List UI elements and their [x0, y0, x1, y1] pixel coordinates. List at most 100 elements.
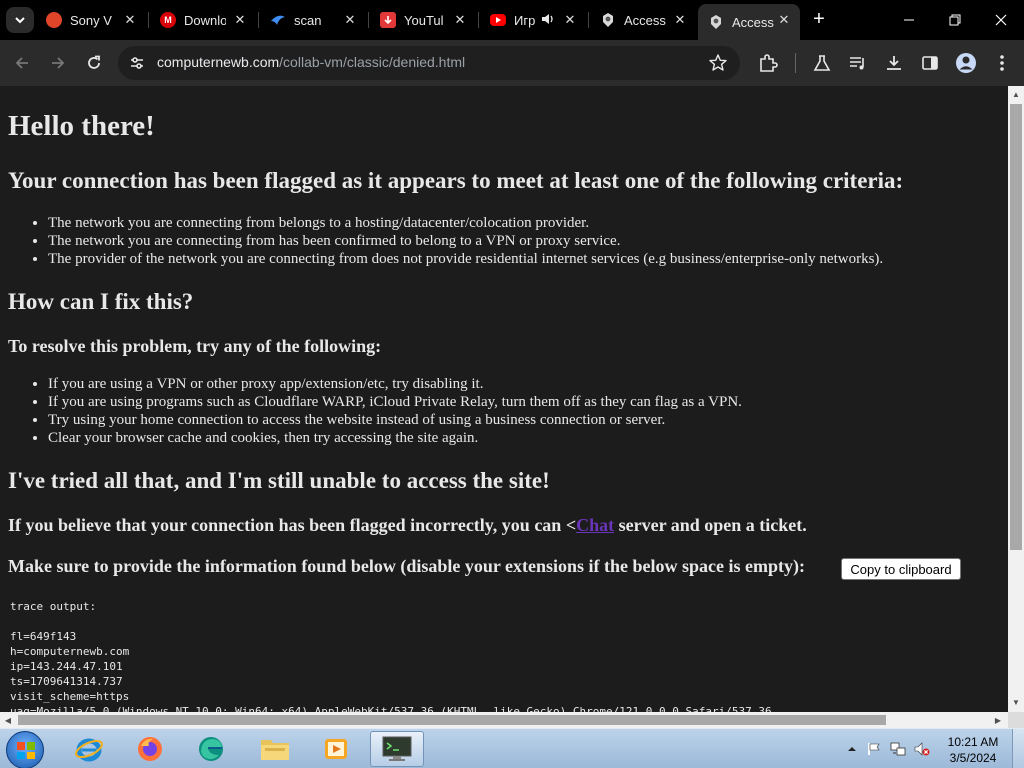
- volume-muted-icon: [914, 742, 930, 756]
- url-text[interactable]: computernewb.com/collab-vm/classic/denie…: [157, 54, 465, 70]
- provide-info-text: Make sure to provide the information fou…: [8, 556, 806, 576]
- extensions-button[interactable]: [756, 51, 780, 75]
- tab-sony[interactable]: Sony V ✕: [36, 4, 146, 36]
- show-desktop-button[interactable]: [1012, 729, 1024, 768]
- list-item: If you are using a VPN or other proxy ap…: [48, 375, 742, 393]
- trace-output: trace output: fl=649f143 h=computernewb.…: [10, 600, 772, 712]
- youtube-icon: [490, 14, 506, 26]
- flagged-text: If you believe that your connection has …: [8, 515, 807, 536]
- close-icon: [995, 14, 1007, 26]
- firefox-icon: [138, 737, 162, 761]
- start-button[interactable]: [6, 731, 44, 768]
- flag-icon: [868, 743, 880, 755]
- vertical-scrollbar[interactable]: ▲ ▼: [1008, 86, 1024, 712]
- address-bar[interactable]: computernewb.com/collab-vm/classic/denie…: [118, 46, 740, 80]
- scroll-left-arrow[interactable]: ◀: [0, 712, 16, 728]
- youtube-download-icon: [380, 12, 396, 28]
- close-icon[interactable]: ✕: [776, 12, 792, 28]
- minimize-icon: [904, 19, 914, 21]
- folder-icon: [261, 740, 289, 760]
- network-button[interactable]: [890, 741, 906, 757]
- taskbar-internet-explorer[interactable]: [62, 731, 116, 767]
- list-item: The network you are connecting from belo…: [48, 214, 883, 232]
- side-panel-button[interactable]: [918, 51, 942, 75]
- volume-button[interactable]: [914, 741, 930, 757]
- media-control-button[interactable]: [846, 51, 870, 75]
- arrow-left-icon: [15, 57, 28, 69]
- reload-button[interactable]: [80, 49, 108, 77]
- criteria-heading: Your connection has been flagged as it a…: [8, 168, 904, 193]
- list-item: Clear your browser cache and cookies, th…: [48, 429, 742, 447]
- scroll-right-arrow[interactable]: ▶: [990, 712, 1006, 728]
- taskbar-edge[interactable]: [184, 731, 238, 767]
- taskbar-media-player[interactable]: [309, 731, 363, 767]
- scroll-down-arrow[interactable]: ▼: [1008, 694, 1024, 710]
- list-item: The network you are connecting from has …: [48, 232, 883, 250]
- scroll-up-arrow[interactable]: ▲: [1008, 86, 1024, 102]
- taskbar-firefox[interactable]: [123, 731, 177, 767]
- profile-button[interactable]: [954, 51, 978, 75]
- flagged-text-after: server and open a ticket.: [614, 515, 807, 535]
- criteria-list: The network you are connecting from belo…: [48, 214, 883, 268]
- tab-download[interactable]: M Downlo ✕: [150, 4, 256, 36]
- restore-icon: [949, 14, 961, 26]
- cloudflare-icon: [708, 14, 724, 30]
- close-icon[interactable]: ✕: [562, 12, 578, 28]
- resolve-heading: To resolve this problem, try any of the …: [8, 336, 382, 356]
- restore-button[interactable]: [932, 6, 978, 34]
- tried-heading: I've tried all that, and I'm still unabl…: [8, 468, 550, 493]
- new-tab-button[interactable]: +: [808, 8, 830, 30]
- menu-button[interactable]: [990, 51, 1014, 75]
- tab-title: Access: [624, 12, 666, 28]
- tab-access-active[interactable]: Access ✕: [698, 4, 800, 40]
- downloads-button[interactable]: [882, 51, 906, 75]
- close-icon[interactable]: ✕: [342, 12, 358, 28]
- chat-link[interactable]: Chat: [576, 515, 614, 535]
- tab-title: scan: [294, 12, 322, 28]
- list-item: The provider of the network you are conn…: [48, 250, 883, 268]
- media-player-icon: [325, 739, 347, 759]
- close-icon[interactable]: ✕: [122, 12, 138, 28]
- horizontal-scroll-thumb[interactable]: [18, 715, 886, 725]
- forward-button[interactable]: [44, 49, 72, 77]
- copy-to-clipboard-button[interactable]: Copy to clipboard: [841, 558, 961, 580]
- taskbar-file-explorer[interactable]: [248, 731, 302, 767]
- system-clock[interactable]: 10:21 AM 3/5/2024: [940, 734, 1006, 766]
- labs-button[interactable]: [810, 51, 834, 75]
- tab-scan[interactable]: scan ✕: [260, 4, 366, 36]
- flagged-text-before: If you believe that your connection has …: [8, 515, 577, 535]
- url-path: /collab-vm/classic/denied.html: [279, 54, 466, 70]
- show-hidden-icons-button[interactable]: [844, 741, 860, 757]
- tab-youtube-download[interactable]: YouTul ✕: [370, 4, 476, 36]
- puzzle-icon: [760, 54, 778, 72]
- tab-access[interactable]: Access ✕: [590, 4, 696, 36]
- minimize-button[interactable]: [886, 6, 932, 34]
- taskbar-remote-app[interactable]: [370, 731, 424, 767]
- tab-youtube[interactable]: Игр ✕: [480, 4, 586, 36]
- back-button[interactable]: [8, 49, 36, 77]
- browser-toolbar: computernewb.com/collab-vm/classic/denie…: [0, 40, 1024, 86]
- chevron-up-icon: [848, 747, 856, 751]
- scrollbar-corner: [1008, 712, 1024, 728]
- horizontal-scrollbar[interactable]: ◀ ▶: [0, 712, 1008, 728]
- vertical-scroll-thumb[interactable]: [1010, 104, 1022, 550]
- close-icon[interactable]: ✕: [452, 12, 468, 28]
- playlist-icon: [850, 57, 864, 70]
- list-item: If you are using programs such as Cloudf…: [48, 393, 742, 411]
- speaker-icon[interactable]: [541, 12, 555, 29]
- close-window-button[interactable]: [978, 6, 1024, 34]
- avatar-icon: [956, 53, 976, 73]
- close-icon[interactable]: ✕: [232, 12, 248, 28]
- flask-icon: [813, 55, 831, 71]
- list-item: Try using your home connection to access…: [48, 411, 742, 429]
- page-title: Hello there!: [8, 110, 155, 142]
- action-center-button[interactable]: [866, 741, 882, 757]
- kebab-menu-icon: [1000, 55, 1004, 71]
- site-info-icon[interactable]: [128, 54, 146, 72]
- star-icon[interactable]: [708, 53, 728, 73]
- side-panel-icon: [922, 56, 938, 70]
- taskbar: 10:21 AM 3/5/2024: [0, 728, 1024, 768]
- clock-date: 3/5/2024: [949, 751, 997, 765]
- tab-search-button[interactable]: [6, 7, 34, 33]
- close-icon[interactable]: ✕: [672, 12, 688, 28]
